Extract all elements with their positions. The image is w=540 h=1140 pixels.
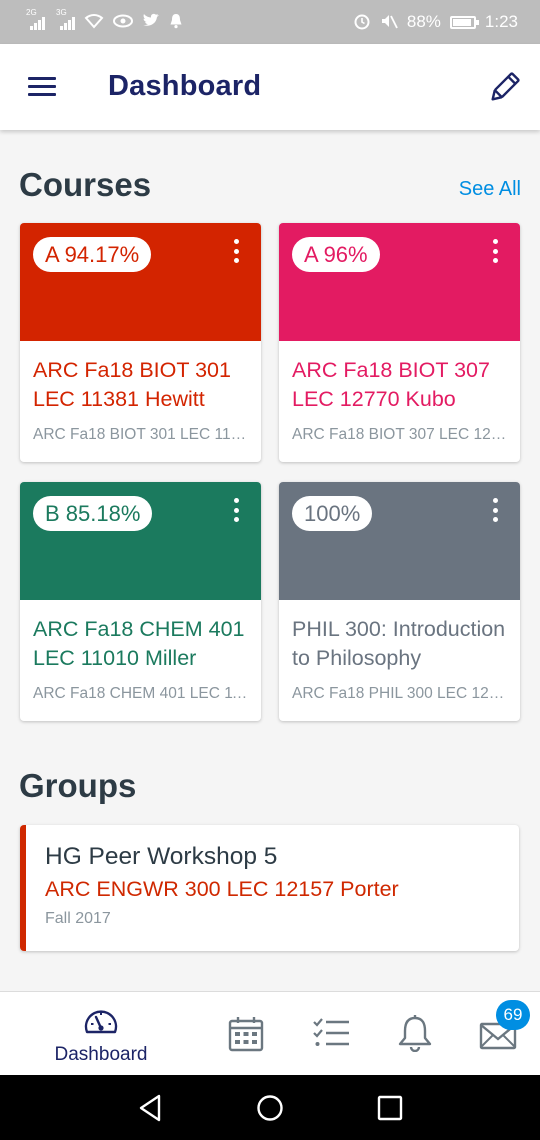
tab-todo[interactable] [310,992,352,1076]
course-grade-badge: A 96% [292,237,380,272]
group-name: HG Peer Workshop 5 [45,843,278,870]
network-type-label: 2G [26,8,37,17]
tab-dashboard[interactable]: Dashboard [50,992,152,1076]
tab-notifications[interactable] [394,992,436,1076]
course-card-color-header: B 85.18% [20,482,261,600]
course-code: ARC Fa18 CHEM 401 LEC 11010 [33,685,248,702]
tab-dashboard-label: Dashboard [54,1044,148,1065]
more-options-icon[interactable] [229,496,243,524]
inbox-unread-badge: 69 [496,1000,530,1030]
course-card-color-header: A 94.17% [20,223,261,341]
course-name: PHIL 300: Introduction to Philosophy [292,617,506,670]
hamburger-menu-icon[interactable] [28,77,56,97]
battery-icon [449,15,479,29]
course-name: ARC Fa18 BIOT 301 LEC 11381 Hewitt [33,358,231,411]
mute-speaker-icon [380,12,398,33]
eye-icon [113,14,133,31]
tab-calendar[interactable] [226,992,268,1076]
course-name: ARC Fa18 CHEM 401 LEC 11010 Miller [33,617,245,670]
course-card[interactable]: 100% PHIL 300: Introduction to Philosoph… [279,482,520,721]
course-card[interactable]: A 96% ARC Fa18 BIOT 307 LEC 12770 Kubo A… [279,223,520,462]
more-options-icon[interactable] [229,237,243,265]
clock-time: 1:23 [484,12,518,31]
course-grade-badge: B 85.18% [33,496,153,531]
course-name: ARC Fa18 BIOT 307 LEC 12770 Kubo [292,358,490,411]
status-bar-left: 2G 3G [26,8,183,32]
group-term: Fall 2017 [45,910,111,927]
signal-strength-icon: 3G [56,8,75,30]
more-options-icon[interactable] [488,237,502,265]
group-course-name: ARC ENGWR 300 LEC 12157 Porter [45,877,399,901]
alarm-clock-icon [353,12,371,33]
group-color-stripe [20,825,26,951]
home-circle-icon[interactable] [253,1091,287,1125]
group-card[interactable]: HG Peer Workshop 5 ARC ENGWR 300 LEC 121… [20,825,519,951]
system-navigation-bar [0,1075,540,1140]
calendar-icon [228,1017,264,1052]
status-bar: 2G 3G 88% 1:23 [0,0,540,44]
app-bar: Dashboard [0,44,540,130]
bottom-tab-bar: Dashboard [0,991,540,1075]
groups-section-title: Groups [19,767,137,804]
pencil-edit-icon[interactable] [486,70,522,106]
recent-apps-square-icon[interactable] [373,1091,407,1125]
courses-section-title: Courses [19,166,152,203]
dashboard-gauge-icon [84,1010,118,1034]
wifi-icon [84,13,104,32]
battery-percent: 88% [406,12,441,31]
notification-bell-icon [169,13,183,32]
see-all-courses-link[interactable]: See All [459,178,521,201]
bell-notifications-icon [398,1015,432,1052]
course-card[interactable]: A 94.17% ARC Fa18 BIOT 301 LEC 11381 Hew… [20,223,261,462]
course-grade-badge: A 94.17% [33,237,152,272]
more-options-icon[interactable] [488,496,502,524]
course-card-color-header: 100% [279,482,520,600]
course-code: ARC Fa18 BIOT 307 LEC 12770 [292,426,507,443]
status-bar-right: 88% 1:23 [353,12,518,33]
course-card[interactable]: B 85.18% ARC Fa18 CHEM 401 LEC 11010 Mil… [20,482,261,721]
course-code: ARC Fa18 BIOT 301 LEC 11381 [33,426,248,443]
course-card-color-header: A 96% [279,223,520,341]
twitter-bird-icon [142,13,160,31]
signal-strength-icon: 2G [26,8,45,30]
back-triangle-icon[interactable] [134,1091,168,1125]
network-type-label: 3G [56,8,67,17]
course-grade-badge: 100% [292,496,373,531]
course-code: ARC Fa18 PHIL 300 LEC 12345 [292,685,507,702]
page-title: Dashboard [108,70,262,102]
todo-list-icon [313,1018,349,1046]
